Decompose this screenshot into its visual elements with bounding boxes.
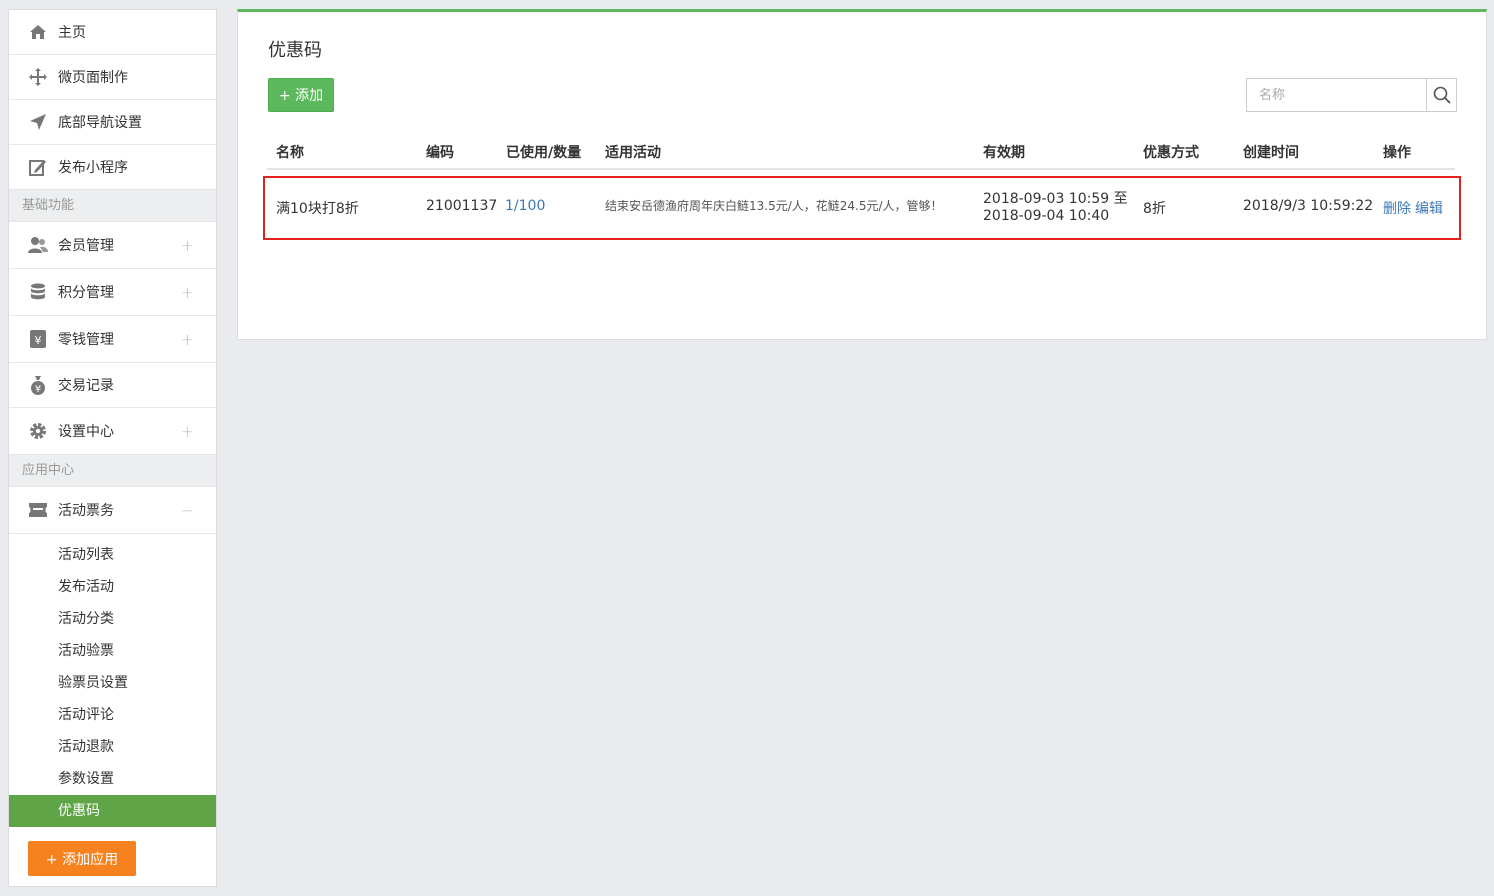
sidebar-item-label: 积分管理 xyxy=(58,285,114,301)
sub-item-activity-refund[interactable]: 活动退款 xyxy=(9,731,216,763)
section-title-apps: 应用中心 xyxy=(9,455,216,487)
svg-text:¥: ¥ xyxy=(35,384,41,395)
sidebar-item-label: 微页面制作 xyxy=(58,70,128,86)
edit-link[interactable]: 编辑 xyxy=(1415,198,1443,218)
svg-text:¥: ¥ xyxy=(35,334,42,347)
column-header-validity: 有效期 xyxy=(983,145,1025,161)
sub-item-activity-list[interactable]: 活动列表 xyxy=(9,539,216,571)
sidebar-item-micro-page[interactable]: 微页面制作 xyxy=(9,55,216,100)
sub-item-publish-activity[interactable]: 发布活动 xyxy=(9,571,216,603)
ticket-icon xyxy=(28,500,48,520)
section-title-basic: 基础功能 xyxy=(9,190,216,222)
sidebar-item-label: 零钱管理 xyxy=(58,332,114,348)
cell-activity: 结束安岳德渔府周年庆白鲢13.5元/人，花鲢24.5元/人，管够！ xyxy=(605,199,943,213)
add-app-button[interactable]: + 添加应用 xyxy=(28,841,136,876)
sidebar-item-label: 底部导航设置 xyxy=(58,115,142,131)
cell-code: 21001137 xyxy=(426,198,498,214)
sidebar-item-transactions[interactable]: ¥ 交易记录 xyxy=(9,363,216,408)
sidebar: 主页 微页面制作 底部导航设置 发布小程序 基础功能 会员管理 + 积分管理 + xyxy=(8,9,217,887)
sub-item-parameters[interactable]: 参数设置 xyxy=(9,763,216,795)
sidebar-item-label: 会员管理 xyxy=(58,238,114,254)
sidebar-item-wallet[interactable]: ¥ 零钱管理 + xyxy=(9,316,216,363)
sub-item-activity-category[interactable]: 活动分类 xyxy=(9,603,216,635)
database-icon xyxy=(28,282,48,302)
sidebar-item-settings[interactable]: 设置中心 + xyxy=(9,408,216,455)
gear-icon xyxy=(28,421,48,441)
column-header-name: 名称 xyxy=(276,145,304,161)
sidebar-item-members[interactable]: 会员管理 + xyxy=(9,222,216,269)
collapse-icon[interactable]: − xyxy=(181,501,194,520)
expand-icon[interactable]: + xyxy=(181,422,194,441)
expand-icon[interactable]: + xyxy=(181,283,194,302)
sub-item-ticket-check[interactable]: 活动验票 xyxy=(9,635,216,667)
cell-discount: 8折 xyxy=(1143,201,1166,217)
cell-valid-to: 2018-09-04 10:40 xyxy=(983,208,1110,224)
table-header: 名称 编码 已使用/数量 适用活动 有效期 优惠方式 创建时间 操作 xyxy=(267,136,1455,170)
sidebar-item-publish[interactable]: 发布小程序 xyxy=(9,145,216,190)
expand-icon[interactable]: + xyxy=(181,330,194,349)
column-header-actions: 操作 xyxy=(1383,145,1411,161)
money-bag-icon: ¥ xyxy=(28,375,48,395)
sidebar-item-points[interactable]: 积分管理 + xyxy=(9,269,216,316)
edit-icon xyxy=(28,157,48,177)
expand-icon[interactable]: + xyxy=(181,236,194,255)
delete-link[interactable]: 删除 xyxy=(1383,198,1411,218)
sub-menu: 活动列表 发布活动 活动分类 活动验票 验票员设置 活动评论 活动退款 参数设置… xyxy=(9,534,216,827)
table-row: 满10块打8折 21001137 1/100 结束安岳德渔府周年庆白鲢13.5元… xyxy=(263,176,1461,240)
cell-created: 2018/9/3 10:59:22 xyxy=(1243,198,1374,214)
column-header-activity: 适用活动 xyxy=(605,145,661,161)
cell-name: 满10块打8折 xyxy=(276,201,359,217)
column-header-usage: 已使用/数量 xyxy=(506,145,582,161)
coupon-table: 名称 编码 已使用/数量 适用活动 有效期 优惠方式 创建时间 操作 满10块打… xyxy=(263,136,1461,240)
search-box xyxy=(1246,78,1457,112)
sidebar-item-home[interactable]: 主页 xyxy=(9,10,216,55)
cell-valid-from: 2018-09-03 10:59 至 xyxy=(983,191,1128,207)
move-icon xyxy=(28,67,48,87)
navigation-arrow-icon xyxy=(28,112,48,132)
sidebar-item-label: 交易记录 xyxy=(58,378,114,394)
add-button[interactable]: + 添加 xyxy=(268,78,334,112)
sidebar-item-bottom-nav[interactable]: 底部导航设置 xyxy=(9,100,216,145)
column-header-discount: 优惠方式 xyxy=(1143,145,1199,161)
wallet-icon: ¥ xyxy=(28,329,48,349)
column-header-created: 创建时间 xyxy=(1243,145,1299,161)
home-icon xyxy=(28,22,48,42)
sidebar-item-ticketing[interactable]: 活动票务 − xyxy=(9,487,216,534)
sidebar-item-label: 主页 xyxy=(58,25,86,41)
sidebar-item-label: 活动票务 xyxy=(58,503,114,519)
users-icon xyxy=(28,235,48,255)
sub-item-activity-comments[interactable]: 活动评论 xyxy=(9,699,216,731)
column-header-code: 编码 xyxy=(426,145,454,161)
search-icon xyxy=(1433,86,1451,104)
cell-usage-link[interactable]: 1/100 xyxy=(505,198,545,214)
sidebar-item-label: 设置中心 xyxy=(58,424,114,440)
main-panel: 优惠码 + 添加 名称 编码 已使用/数量 适用活动 有效期 优惠方式 创建时间… xyxy=(237,9,1487,340)
search-input[interactable] xyxy=(1246,78,1426,112)
page-title: 优惠码 xyxy=(268,40,322,61)
sidebar-item-label: 发布小程序 xyxy=(58,160,128,176)
sub-item-coupon-code[interactable]: 优惠码 xyxy=(9,795,216,827)
search-button[interactable] xyxy=(1426,78,1457,112)
sub-item-checker-settings[interactable]: 验票员设置 xyxy=(9,667,216,699)
